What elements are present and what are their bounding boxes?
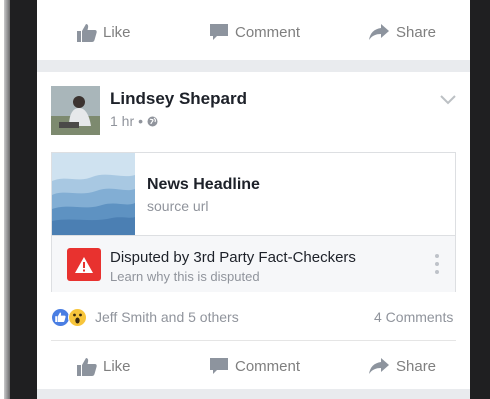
- previous-post-footer: Like Comment Share: [37, 0, 470, 60]
- comment-label: Comment: [235, 23, 301, 41]
- like-label: Like: [103, 23, 131, 41]
- post-share-button[interactable]: Share: [368, 357, 436, 375]
- divider: [51, 340, 456, 341]
- phone-left-edge: [4, 0, 10, 399]
- post-comment-button[interactable]: Comment: [209, 357, 300, 375]
- warning-triangle-icon: [75, 256, 93, 273]
- post-like-button[interactable]: Like: [77, 357, 131, 376]
- comment-icon: [210, 358, 228, 374]
- feed-screen: Like Comment Share Lindsey Shepard 1 hr …: [37, 0, 470, 399]
- link-headline: News Headline: [147, 176, 260, 193]
- disputed-banner[interactable]: Disputed by 3rd Party Fact-Checkers Lear…: [52, 235, 455, 292]
- post-meta: 1 hr •: [110, 113, 158, 129]
- feed-gap: [37, 389, 470, 399]
- post-time[interactable]: 1 hr: [110, 113, 134, 129]
- more-options-icon[interactable]: [432, 254, 442, 276]
- post-actions: Like Comment Share: [37, 344, 470, 388]
- thumbs-up-icon: [77, 357, 97, 376]
- warning-badge: [67, 248, 101, 281]
- post-card: Lindsey Shepard 1 hr • News Headline sou…: [37, 72, 470, 399]
- post-comment-label: Comment: [235, 357, 301, 375]
- phone-frame: Like Comment Share Lindsey Shepard 1 hr …: [4, 0, 490, 399]
- disputed-title: Disputed by 3rd Party Fact-Checkers: [110, 249, 356, 266]
- share-arrow-icon: [369, 358, 389, 374]
- link-thumbnail: [52, 153, 135, 235]
- previous-post-actions: Like Comment Share: [37, 10, 470, 54]
- post-share-label: Share: [396, 357, 437, 375]
- reaction-names: Jeff Smith and 5 others: [95, 309, 239, 325]
- comment-icon: [210, 24, 228, 40]
- comments-count[interactable]: 4 Comments: [374, 309, 453, 325]
- globe-icon: [147, 116, 158, 126]
- share-arrow-icon: [369, 24, 389, 40]
- thumbs-up-icon: [77, 23, 97, 42]
- avatar-photo: [51, 86, 100, 135]
- wow-reaction-icon: [68, 307, 87, 327]
- chevron-down-icon[interactable]: [439, 92, 457, 106]
- link-source: source url: [147, 198, 209, 214]
- disputed-learn-more[interactable]: Learn why this is disputed: [110, 269, 260, 284]
- reactions-summary[interactable]: Jeff Smith and 5 others: [51, 306, 239, 328]
- share-button[interactable]: Share: [368, 23, 436, 41]
- comment-button[interactable]: Comment: [209, 23, 300, 41]
- like-button[interactable]: Like: [77, 23, 131, 42]
- avatar[interactable]: [51, 86, 100, 135]
- meta-separator: •: [138, 113, 144, 129]
- link-preview[interactable]: News Headline source url Disputed by 3rd…: [51, 152, 456, 292]
- post-like-label: Like: [103, 357, 131, 375]
- author-name[interactable]: Lindsey Shepard: [110, 89, 247, 109]
- share-label: Share: [396, 23, 437, 41]
